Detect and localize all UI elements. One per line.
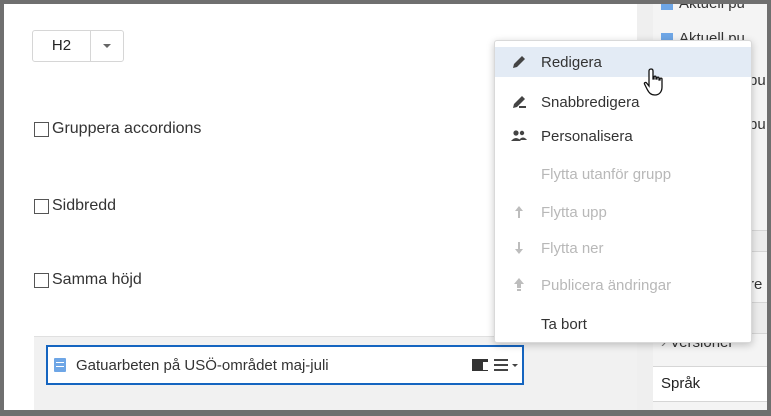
menu-icon-placeholder <box>511 316 527 332</box>
folder-icon[interactable] <box>472 359 488 371</box>
samma-hojd-label: Samma höjd <box>52 271 142 288</box>
samma-hojd-checkbox[interactable] <box>34 272 49 288</box>
block-context-menu: Redigera Snabbredigera Personalisera Fly… <box>494 40 752 343</box>
quick-edit-icon <box>511 94 527 110</box>
frame-right-border <box>767 0 771 416</box>
selected-block[interactable]: Gatuarbeten på USÖ-området maj-juli <box>46 345 524 385</box>
people-icon <box>511 128 527 144</box>
frame-bottom-border <box>0 410 771 416</box>
block-item[interactable]: Gatuarbeten på USÖ-området maj-juli <box>54 349 518 381</box>
menu-item-label: Flytta upp <box>541 203 607 221</box>
menu-item-personalisera[interactable]: Personalisera <box>495 121 751 151</box>
chevron-down-icon[interactable] <box>512 363 518 367</box>
menu-item-flytta-ner[interactable]: Flytta ner <box>495 233 751 263</box>
menu-item-snabbredigera[interactable]: Snabbredigera <box>495 87 751 117</box>
menu-item-ta-bort[interactable]: Ta bort <box>495 309 751 339</box>
menu-item-label: Snabbredigera <box>541 93 640 111</box>
list-menu-icon[interactable] <box>494 359 508 371</box>
sidbredd-checkbox[interactable] <box>34 198 49 214</box>
menu-item-label: Personalisera <box>541 127 633 145</box>
menu-item-publicera-andringar[interactable]: Publicera ändringar <box>495 270 751 300</box>
hand-pointer-cursor-icon <box>643 68 663 96</box>
menu-item-label: Flytta ner <box>541 239 604 257</box>
page-icon <box>54 358 66 372</box>
menu-item-redigera[interactable]: Redigera <box>495 47 751 77</box>
checkbox-row-gruppera-accordions[interactable]: Gruppera accordions <box>34 120 201 138</box>
sidbredd-label: Sidbredd <box>52 197 117 214</box>
menu-item-flytta-upp[interactable]: Flytta upp <box>495 197 751 227</box>
menu-item-label: Flytta utanför grupp <box>541 165 672 183</box>
menu-item-label: Redigera <box>541 53 602 71</box>
heading-level-select[interactable]: H2 <box>32 30 124 62</box>
menu-item-flytta-utanfor-grupp[interactable]: Flytta utanför grupp <box>495 159 751 189</box>
sprak-label: Språk <box>661 375 701 392</box>
arrow-down-icon <box>511 240 527 256</box>
gruppera-accordions-label: Gruppera accordions <box>52 120 202 137</box>
checkbox-row-sidbredd[interactable]: Sidbredd <box>34 197 116 215</box>
menu-item-label: Publicera ändringar <box>541 276 672 294</box>
arrow-up-icon <box>511 204 527 220</box>
heading-level-value: H2 <box>33 31 91 61</box>
sprak-section[interactable]: Språk <box>653 366 767 402</box>
block-label: Gatuarbeten på USÖ-området maj-juli <box>76 356 329 374</box>
chevron-down-icon <box>103 44 111 48</box>
checkbox-row-samma-hojd[interactable]: Samma höjd <box>34 271 142 289</box>
page-icon <box>661 4 673 10</box>
menu-icon-placeholder <box>511 166 527 182</box>
right-panel-item[interactable]: Aktuell pu <box>661 4 745 12</box>
heading-level-dropdown-button[interactable] <box>91 31 123 61</box>
right-panel-item-label: Aktuell pu <box>679 4 745 12</box>
pencil-icon <box>511 54 527 70</box>
publish-icon <box>511 277 527 293</box>
gruppera-accordions-checkbox[interactable] <box>34 121 49 137</box>
menu-item-label: Ta bort <box>541 315 587 333</box>
